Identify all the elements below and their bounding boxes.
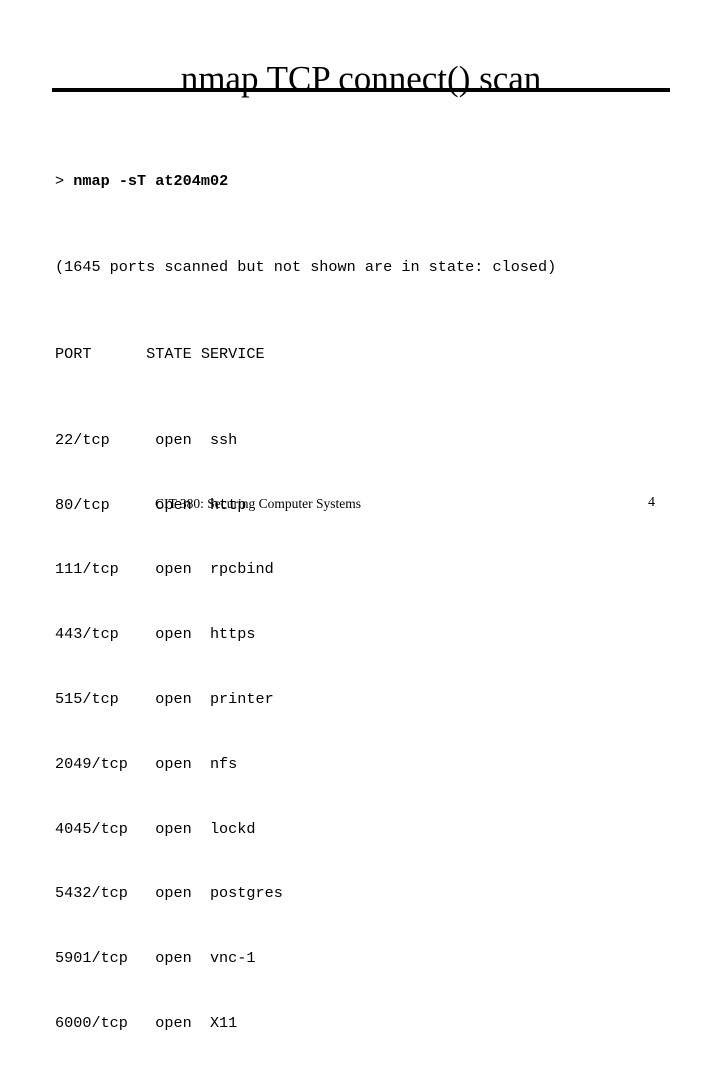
footer-course-label: CIT 380: Securing Computer Systems xyxy=(155,496,361,511)
terminal-notice-line: (1645 ports scanned but not shown are in… xyxy=(55,258,557,277)
table-row: 6000/tcp open X11 xyxy=(55,1013,238,1032)
terminal-output-block: > nmap -sT at204m02 (1645 ports scanned … xyxy=(55,106,695,1080)
table-row: 443/tcp open https xyxy=(55,625,256,644)
slide-canvas: nmap TCP connect() scan > nmap -sT at204… xyxy=(0,0,720,1080)
terminal-command: nmap -sT at204m02 xyxy=(73,171,229,190)
prompt-symbol: > xyxy=(55,171,65,190)
terminal-command-line: > nmap -sT at204m02 xyxy=(55,171,695,193)
table-row: 32775/tcp open sometimes-rpc13 xyxy=(55,1078,695,1080)
table-row: 5432/tcp open postgres xyxy=(55,884,283,903)
table-row: 111/tcp open rpcbind xyxy=(55,560,274,579)
terminal-table-header: PORT STATE SERVICE xyxy=(55,344,265,363)
table-row: 4045/tcp open lockd xyxy=(55,819,256,838)
footer-page-number: 4 xyxy=(648,495,655,510)
table-row: 2049/tcp open nfs xyxy=(55,754,238,773)
title-divider xyxy=(52,88,670,92)
table-row: 515/tcp open printer xyxy=(55,690,274,709)
table-row: 5901/tcp open vnc-1 xyxy=(55,949,256,968)
page-title: nmap TCP connect() scan xyxy=(180,59,542,99)
table-row: 80/tcp open http xyxy=(55,495,247,514)
table-row: 22/tcp open ssh xyxy=(55,430,238,449)
